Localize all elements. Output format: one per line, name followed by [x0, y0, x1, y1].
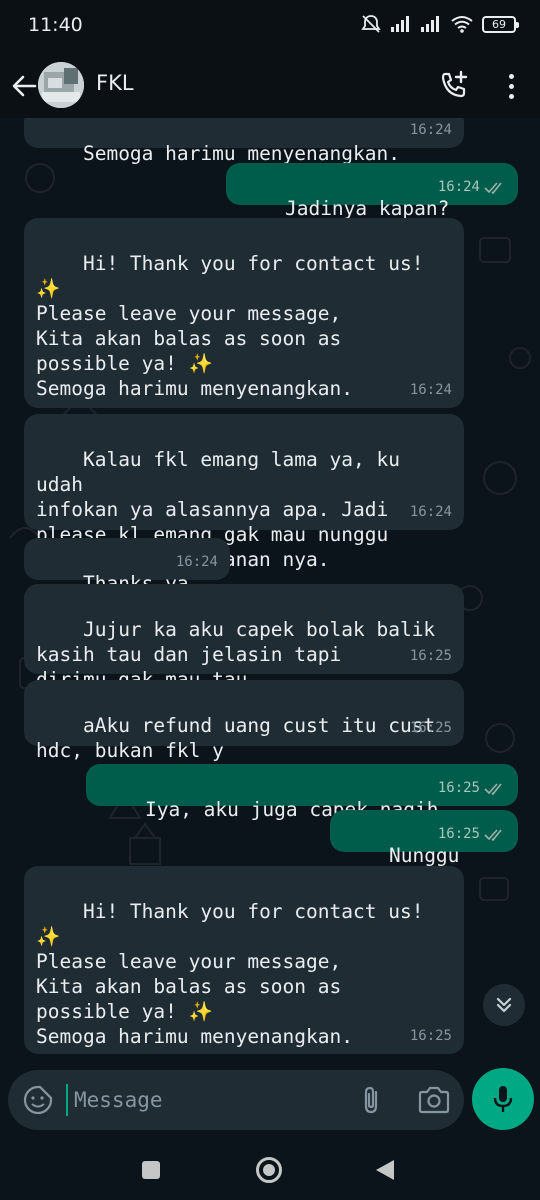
mic-icon [493, 1086, 513, 1112]
message-input[interactable] [66, 1084, 336, 1116]
incoming-message[interactable]: Semoga harimu menyenangkan. 16:24 [24, 118, 464, 165]
sticker-button[interactable] [22, 1084, 54, 1116]
back-icon[interactable] [376, 1160, 394, 1180]
incoming-message[interactable]: Kalau fkl emang lama ya, ku udah infokan… [24, 414, 464, 571]
incoming-message[interactable]: Hi! Thank you for contact us! ✨ Please l… [24, 866, 464, 1054]
status-time: 11:40 [28, 14, 83, 36]
wifi-icon [451, 16, 473, 33]
scroll-down-button[interactable] [483, 984, 525, 1026]
status-bar: 11:40 69 [0, 0, 540, 54]
message-time: 16:24 [409, 382, 452, 398]
message-input-container [8, 1070, 464, 1130]
message-time: 16:25 [437, 780, 480, 796]
message-text: Hi! Thank you for contact us! ✨ Please l… [36, 900, 424, 1048]
system-nav-bar [0, 1140, 540, 1200]
battery-icon: 69 [482, 15, 519, 33]
outgoing-message[interactable]: Nunggu 16:25 [330, 810, 518, 867]
back-button[interactable] [8, 66, 40, 106]
sparkles-emoji: ✨ [36, 925, 61, 948]
message-text: Hi! Thank you for contact us! ✨ Please l… [36, 252, 424, 400]
outgoing-message[interactable]: Iya, aku juga capek nagih 16:25 [86, 764, 518, 821]
add-call-button[interactable] [436, 68, 472, 104]
message-text: Nunggu [388, 844, 460, 867]
double-chevron-down-icon [496, 997, 512, 1013]
input-bar [0, 1060, 540, 1140]
signal-icon [391, 16, 409, 32]
mic-button[interactable] [472, 1068, 534, 1130]
add-call-icon [441, 70, 468, 98]
recents-icon[interactable] [142, 1161, 160, 1179]
message-time: 16:24 [409, 122, 452, 138]
more-vert-icon [508, 73, 514, 79]
chat-name[interactable]: FKL [96, 71, 134, 95]
attach-icon [364, 1086, 378, 1114]
incoming-message[interactable]: aAku refund uang cust itu cust hdc, buka… [24, 680, 464, 762]
sparkles-emoji: ✨ [36, 277, 61, 300]
sparkles-emoji: ✨ [188, 1000, 213, 1023]
home-icon[interactable] [256, 1157, 282, 1183]
double-check-icon [484, 181, 502, 194]
message-time: 16:24 [175, 554, 218, 570]
message-time: 16:25 [409, 648, 452, 664]
sticker-icon [23, 1085, 53, 1115]
status-icons: 69 [360, 14, 519, 34]
double-check-icon [484, 828, 502, 841]
back-arrow-icon [12, 75, 37, 97]
chat-header: FKL [0, 54, 540, 118]
incoming-message[interactable]: Hi! Thank you for contact us! ✨ Please l… [24, 218, 464, 408]
incoming-message[interactable]: Jujur ka aku capek bolak balik kasih tau… [24, 584, 464, 691]
outgoing-message[interactable]: Jadinya kapan? 16:24 [226, 163, 518, 220]
message-time: 16:25 [409, 1028, 452, 1044]
camera-icon [418, 1086, 450, 1114]
mute-icon [361, 15, 381, 33]
incoming-message[interactable]: Thanks ya 16:24 [24, 538, 230, 595]
double-check-icon [484, 782, 502, 795]
signal-icon [421, 16, 439, 32]
message-time: 16:25 [437, 826, 480, 842]
more-options-button[interactable] [496, 68, 526, 104]
message-time: 16:24 [437, 179, 480, 195]
sparkles-emoji: ✨ [188, 352, 213, 375]
message-text: Semoga harimu menyenangkan. [82, 142, 400, 165]
chat-area[interactable]: Semoga harimu menyenangkan. 16:24 Jadiny… [0, 118, 540, 1060]
message-time: 16:24 [409, 504, 452, 520]
camera-button[interactable] [416, 1084, 452, 1116]
avatar[interactable] [38, 62, 84, 108]
attach-button[interactable] [356, 1084, 388, 1116]
message-text: Jadinya kapan? [284, 197, 450, 220]
message-time: 16:25 [409, 720, 452, 736]
